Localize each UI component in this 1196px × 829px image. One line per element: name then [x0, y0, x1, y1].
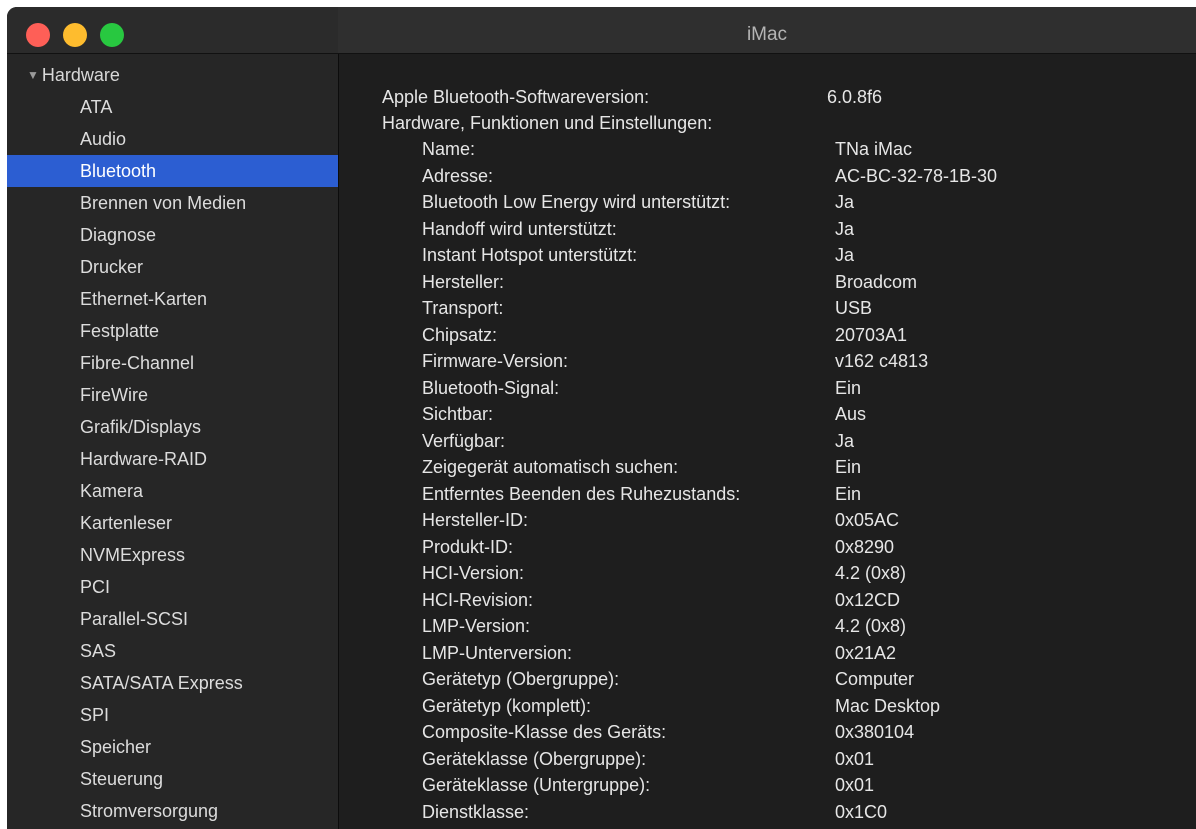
title-bar[interactable]: iMac [7, 7, 1196, 54]
section-label: Hardware, Funktionen und Einstellungen: [382, 113, 713, 133]
sidebar-item-drucker[interactable]: Drucker [7, 251, 338, 283]
detail-row-label: Transport: [422, 298, 504, 318]
sidebar-item-firewire[interactable]: FireWire [7, 379, 338, 411]
sidebar-item-nvmexpress[interactable]: NVMExpress [7, 539, 338, 571]
detail-row-label: Produkt-ID: [422, 536, 514, 557]
detail-row-label: Adresse: [422, 165, 494, 186]
detail-row-label: HCI-Revision: [422, 589, 534, 610]
detail-row-value: 20703A1 [835, 324, 908, 345]
sidebar-item-kartenleser[interactable]: Kartenleser [7, 507, 338, 539]
sidebar-item-spi[interactable]: SPI [7, 699, 338, 731]
software-version-value: 6.0.8f6 [827, 87, 883, 107]
detail-row-label: Hersteller-ID: [422, 510, 529, 530]
detail-row-label: Instant Hotspot unterstützt: [422, 245, 638, 265]
detail-row-value: Ein [835, 377, 862, 398]
sidebar-section-label: Hardware [41, 65, 120, 85]
detail-row-label: Verfügbar: [422, 430, 506, 451]
sidebar-item-diagnose[interactable]: Diagnose [7, 219, 338, 251]
detail-row-value: Ja [835, 430, 855, 451]
detail-row-value: Mac Desktop [835, 695, 941, 716]
sidebar-item-brennen-von-medien[interactable]: Brennen von Medien [7, 187, 338, 219]
detail-row-label: Gerätetyp (komplett): [422, 695, 592, 716]
detail-row-label: Geräteklasse (Obergruppe): [422, 748, 647, 769]
detail-row-value: 0x8290 [835, 536, 895, 557]
detail-row-label: Bluetooth Low Energy wird unterstützt: [422, 192, 731, 212]
disclosure-triangle-icon[interactable]: ▼ [27, 68, 39, 82]
detail-row-label: Dienstklasse: [422, 801, 530, 822]
detail-row-value: Computer [835, 669, 915, 689]
sidebar-item-ethernet-karten[interactable]: Ethernet-Karten [7, 283, 338, 315]
close-button[interactable] [26, 23, 50, 47]
sidebar-item-list: ATA Audio Bluetooth Brennen von Medien Diagn… [7, 91, 338, 827]
minimize-button[interactable] [63, 23, 87, 47]
detail-row-value: Ein [835, 483, 862, 504]
sidebar-item-festplatte[interactable]: Festplatte [7, 315, 338, 347]
detail-row-value: 0x21A2 [835, 642, 897, 663]
sidebar-item-grafik-displays[interactable]: Grafik/Displays [7, 411, 338, 443]
sidebar-item-sas[interactable]: SAS [7, 635, 338, 667]
sidebar-item-steuerung[interactable]: Steuerung [7, 763, 338, 795]
detail-row-label: Sichtbar: [422, 404, 494, 424]
sidebar-item-fibre-channel[interactable]: Fibre-Channel [7, 347, 338, 379]
detail-row-value: 0x380104 [835, 722, 915, 742]
window-title: iMac [746, 24, 788, 45]
detail-row-value: Ein [835, 457, 862, 477]
detail-row-value: Broadcom [835, 271, 918, 292]
sidebar-titlebar-area [7, 7, 338, 53]
detail-row-label: Name: [422, 139, 476, 159]
detail-row-value: Ja [835, 245, 855, 265]
sidebar-item-pci[interactable]: PCI [7, 571, 338, 603]
detail-row-value: USB [835, 298, 873, 318]
detail-row-value: TNa iMac [835, 139, 913, 159]
detail-row-value: Ja [835, 218, 855, 239]
zoom-button[interactable] [100, 23, 124, 47]
detail-pane: Apple Bluetooth-Softwareversion: 6.0.8f6… [339, 54, 1196, 829]
detail-row-label: Handoff wird unterstützt: [422, 218, 617, 239]
sidebar-item-ata[interactable]: ATA [7, 91, 338, 123]
sidebar-item-kamera[interactable]: Kamera [7, 475, 338, 507]
detail-row-label: Firmware-Version: [422, 351, 569, 371]
detail-row-value: AC-BC-32-78-1B-30 [835, 165, 998, 186]
software-version-label: Apple Bluetooth-Softwareversion: [382, 87, 650, 107]
detail-row-value: 0x01 [835, 748, 875, 769]
detail-row-label: Chipsatz: [422, 324, 498, 345]
detail-row-label: Zeigegerät automatisch suchen: [422, 457, 679, 477]
detail-row-label: HCI-Version: [422, 563, 525, 583]
sidebar-item-hardware-raid[interactable]: Hardware-RAID [7, 443, 338, 475]
detail-row-label: Composite-Klasse des Geräts: [422, 722, 667, 742]
sidebar-item-stromversorgung[interactable]: Stromversorgung [7, 795, 338, 827]
detail-row-label: Bluetooth-Signal: [422, 377, 560, 398]
detail-row-label: Gerätetyp (Obergruppe): [422, 669, 620, 689]
detail-row-label: Hersteller: [422, 271, 505, 292]
detail-row-value: Aus [835, 404, 867, 424]
detail-row-value: 0x12CD [835, 589, 901, 610]
sidebar-item-speicher[interactable]: Speicher [7, 731, 338, 763]
detail-row-value: 4.2 (0x8) [835, 563, 907, 583]
sidebar-item-parallel-scsi[interactable]: Parallel-SCSI [7, 603, 338, 635]
detail-row-value: 0x05AC [835, 510, 900, 530]
detail-row-value: v162 c4813 [835, 351, 929, 371]
sidebar-item-sata-sata-express[interactable]: SATA/SATA Express [7, 667, 338, 699]
detail-row-label: Tastatur automatisch suchen: [422, 825, 656, 829]
sidebar-section-hardware[interactable]: ▼ Hardware [27, 59, 120, 91]
sidebar-item-bluetooth[interactable]: Bluetooth [7, 155, 338, 187]
detail-row-value: 0x01 [835, 775, 875, 795]
detail-row-value: 4.2 (0x8) [835, 616, 907, 636]
detail-row-label: LMP-Version: [422, 616, 531, 636]
sidebar-item-audio[interactable]: Audio [7, 123, 338, 155]
sidebar[interactable]: ▼ Hardware ATA Audio Bluetooth Brennen von M… [7, 54, 339, 829]
detail-row-label: LMP-Unterversion: [422, 642, 573, 663]
detail-row-label: Geräteklasse (Untergruppe): [422, 775, 651, 795]
system-information-window: iMac ▼ Hardware ATA Audio Bluetooth Brennen … [7, 7, 1196, 829]
detail-row-value: Ein [835, 825, 861, 829]
detail-row-value: Ja [835, 192, 855, 212]
detail-row-label: Entferntes Beenden des Ruhezustands: [422, 483, 741, 504]
detail-row-value: 0x1C0 [835, 801, 888, 822]
